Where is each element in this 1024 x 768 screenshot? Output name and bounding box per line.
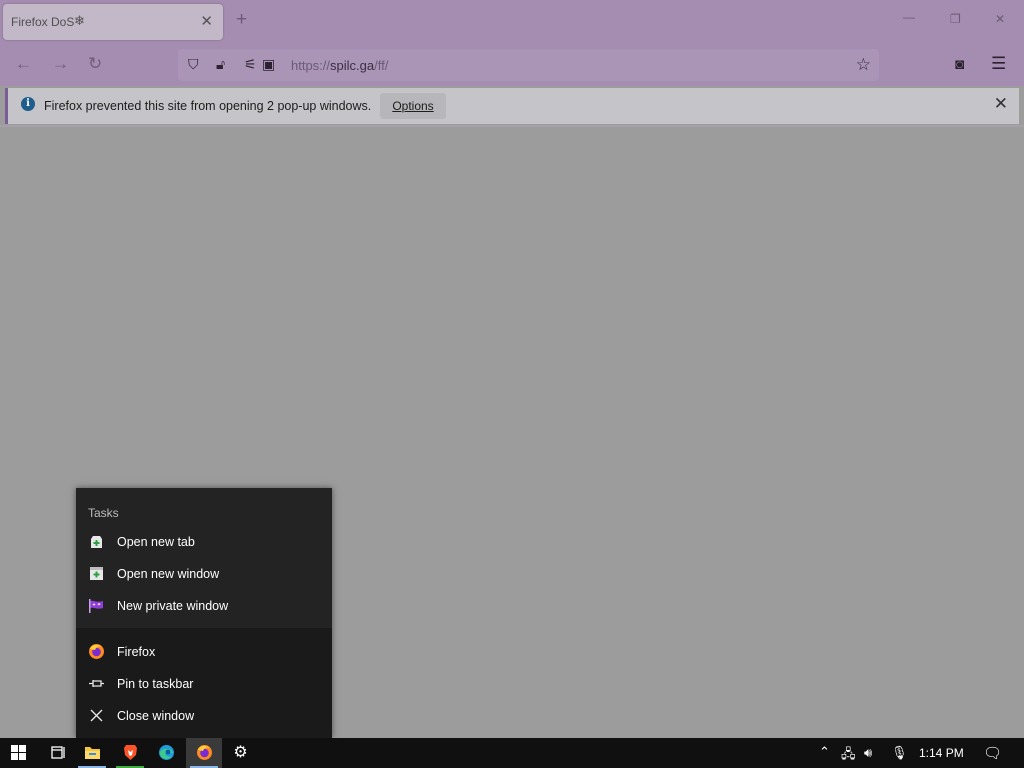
- windows-logo-icon: [11, 745, 26, 760]
- gear-icon: ⚙: [233, 744, 248, 761]
- notification-message: Firefox prevented this site from opening…: [44, 99, 372, 113]
- url-path: /ff/: [374, 58, 389, 73]
- close-icon: [90, 709, 103, 722]
- jump-list-item-label: Firefox: [117, 645, 156, 659]
- jump-list-item-label: New private window: [117, 599, 229, 613]
- private-window-icon: [89, 599, 103, 613]
- taskbar-clock[interactable]: 1:14 PM: [919, 746, 964, 760]
- edge-icon: [159, 745, 174, 760]
- taskbar: ⚙ ⌃ 🖧︎ 🔊︎ 🎙︎ 1:14 PM 🗨︎: [0, 738, 1024, 768]
- file-explorer-button[interactable]: [74, 738, 110, 768]
- bookmark-star-icon[interactable]: ☆: [856, 55, 871, 75]
- back-button[interactable]: ←: [15, 55, 32, 73]
- url-host: spilc.ga: [330, 58, 375, 73]
- jump-list-open-new-window[interactable]: Open new window: [76, 558, 332, 590]
- folder-icon: [85, 747, 100, 759]
- edge-button[interactable]: [148, 738, 184, 768]
- jump-list-open-new-tab[interactable]: Open new tab: [76, 526, 332, 558]
- tab-close-icon[interactable]: ✕: [200, 12, 213, 30]
- options-button[interactable]: Options: [380, 93, 446, 119]
- url-scheme: https://: [291, 58, 331, 73]
- network-icon[interactable]: 🖧︎: [841, 745, 856, 767]
- jump-list-item-label: Open new window: [117, 567, 220, 581]
- jump-list-close-window[interactable]: Close window: [76, 700, 332, 732]
- lock-warning-icon[interactable]: 🔓︎: [216, 56, 225, 73]
- firefox-icon: [197, 745, 212, 760]
- start-button[interactable]: [0, 738, 36, 768]
- task-view-icon: [51, 746, 65, 759]
- jump-list-header: Tasks: [88, 506, 119, 520]
- volume-icon[interactable]: 🔊︎: [864, 745, 872, 761]
- hamburger-menu-icon[interactable]: ☰: [991, 54, 1006, 74]
- new-tab-button[interactable]: +: [236, 10, 247, 30]
- popup-blocked-icon[interactable]: ▣: [262, 56, 275, 73]
- navigation-toolbar: ← → ↻ ⛉ 🔓︎ ⚟ ▣ https://spilc.ga/ff/ ☆ ◙ …: [0, 44, 1024, 86]
- popup-blocked-notification: i Firefox prevented this site from openi…: [5, 88, 1019, 124]
- restore-icon[interactable]: ❐: [950, 12, 961, 26]
- pocket-icon[interactable]: ◙: [955, 56, 964, 73]
- jump-list-new-private-window[interactable]: New private window: [76, 590, 332, 622]
- close-window-icon[interactable]: ✕: [995, 12, 1005, 26]
- url-text[interactable]: https://spilc.ga/ff/: [291, 58, 388, 73]
- firefox-jump-list: Tasks Open new tab Open new window New p…: [76, 488, 332, 738]
- snowflake-icon: ❄: [74, 13, 85, 28]
- pin-icon: [89, 680, 104, 687]
- new-tab-icon: [91, 536, 102, 548]
- jump-list-item-label: Close window: [117, 709, 195, 723]
- brave-button[interactable]: [112, 738, 148, 768]
- jump-list-item-label: Pin to taskbar: [117, 677, 194, 691]
- firefox-icon: [89, 644, 104, 659]
- forward-button[interactable]: →: [52, 55, 69, 73]
- show-hidden-icons-chevron-icon[interactable]: ⌃: [819, 744, 830, 760]
- settings-button[interactable]: ⚙: [222, 738, 258, 768]
- tab-title: Firefox DoS: [11, 15, 75, 29]
- task-view-button[interactable]: [40, 738, 76, 768]
- info-icon: i: [21, 97, 35, 111]
- permissions-icon[interactable]: ⚟: [244, 56, 257, 73]
- jump-list-firefox[interactable]: Firefox: [76, 636, 332, 668]
- brave-lion-icon: [124, 745, 137, 760]
- new-window-icon: [90, 567, 103, 580]
- jump-list-pin-to-taskbar[interactable]: Pin to taskbar: [76, 668, 332, 700]
- notification-close-icon[interactable]: ✕: [994, 94, 1008, 114]
- url-bar[interactable]: ⛉ 🔓︎ ⚟ ▣ https://spilc.ga/ff/ ☆: [178, 49, 879, 81]
- notifications-icon[interactable]: 🗨︎: [983, 744, 1002, 762]
- tracking-protection-icon[interactable]: ⛉: [188, 56, 199, 73]
- jump-list-actions: Firefox Pin to taskbar Close window: [76, 628, 332, 738]
- jump-list-item-label: Open new tab: [117, 535, 195, 549]
- reload-button[interactable]: ↻: [88, 55, 102, 73]
- firefox-taskbar-button[interactable]: [186, 738, 222, 768]
- microphone-icon[interactable]: 🎙︎: [891, 745, 908, 761]
- tab-firefox-dos[interactable]: Firefox DoS ❄ ✕: [3, 4, 223, 40]
- tab-strip: Firefox DoS ❄ ✕ + — ❐ ✕: [0, 0, 1024, 44]
- minimize-icon[interactable]: —: [903, 10, 915, 24]
